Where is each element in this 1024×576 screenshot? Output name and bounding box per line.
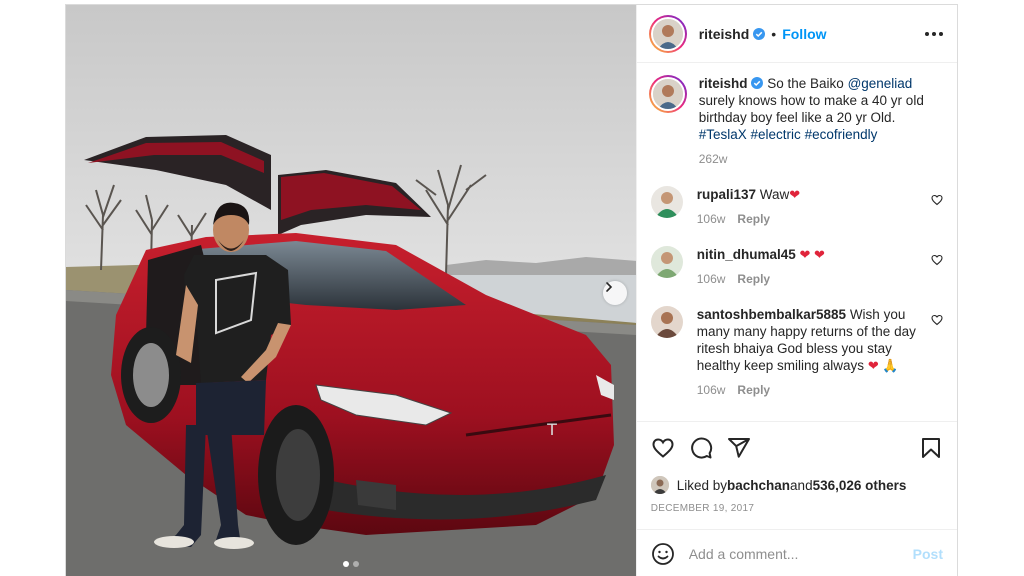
likes-summary: Liked by bachchan and 536,026 others xyxy=(650,476,943,494)
verified-badge-icon xyxy=(753,27,766,40)
comment-icon[interactable] xyxy=(689,436,713,460)
caption: riteishd So the Baiko @geneliad surely k… xyxy=(648,75,943,168)
comment-meta: 106w Reply xyxy=(697,382,919,399)
comment-age[interactable]: 106w xyxy=(697,212,726,226)
bookmark-icon[interactable] xyxy=(919,436,943,460)
like-comment-heart-icon[interactable] xyxy=(931,194,943,206)
likes-user[interactable]: bachchan xyxy=(727,478,790,493)
comment-body: nitin_dhumal45 ❤ ❤ 106w Reply xyxy=(697,246,919,288)
post-photo[interactable]: T xyxy=(66,5,636,576)
avatar-image xyxy=(652,18,683,49)
comment-emoji: ❤ xyxy=(789,187,801,202)
comment-username[interactable]: nitin_dhumal45 xyxy=(697,247,796,262)
hashtag[interactable]: #TeslaX xyxy=(699,127,747,142)
action-icons xyxy=(651,434,943,462)
follow-button[interactable]: Follow xyxy=(782,26,826,42)
carousel-dot xyxy=(352,561,359,567)
hashtag[interactable]: #ecofriendly xyxy=(805,127,878,142)
comment-item: rupali137 Waw❤ 106w Reply xyxy=(649,186,943,228)
reply-button[interactable]: Reply xyxy=(737,272,770,286)
liker-avatar[interactable] xyxy=(650,476,669,494)
emoji-icon[interactable] xyxy=(651,542,675,566)
commenter-avatar[interactable] xyxy=(650,306,683,338)
reply-button[interactable]: Reply xyxy=(737,383,770,397)
comment-age[interactable]: 106w xyxy=(697,383,726,397)
comment-username[interactable]: santoshbembalkar5885 xyxy=(697,307,846,322)
caption-username[interactable]: riteishd xyxy=(699,76,748,91)
comment-item: santoshbembalkar5885 Wish you many many … xyxy=(649,306,943,399)
like-comment-heart-icon[interactable] xyxy=(931,314,943,326)
avatar-image xyxy=(652,79,683,109)
more-options-icon[interactable] xyxy=(925,31,943,36)
caption-mention[interactable]: @geneliad xyxy=(848,76,913,91)
like-comment-heart-icon[interactable] xyxy=(931,254,943,266)
reply-button[interactable]: Reply xyxy=(737,212,770,226)
comment-text: Waw xyxy=(759,187,790,202)
post-dialog: T riteishd • Follow riteishd So the Baik… xyxy=(65,4,958,576)
comment-meta: 106w Reply xyxy=(697,211,919,228)
comment-body: rupali137 Waw❤ 106w Reply xyxy=(697,186,919,228)
comment-meta: 106w Reply xyxy=(697,271,919,288)
photo-illustration: T xyxy=(66,5,636,576)
caption-body: riteishd So the Baiko @geneliad surely k… xyxy=(699,75,927,168)
comment-item: nitin_dhumal45 ❤ ❤ 106w Reply xyxy=(649,246,943,288)
verified-badge-icon xyxy=(751,77,764,89)
add-comment-bar: Post xyxy=(636,529,957,576)
comment-emoji: ❤ 🙏 xyxy=(867,358,899,373)
comment-emoji: ❤ ❤ xyxy=(799,247,825,262)
carousel-indicator xyxy=(66,561,636,567)
add-comment-input[interactable] xyxy=(688,545,913,562)
commenter-avatar[interactable] xyxy=(650,246,683,278)
likes-prefix: Liked by xyxy=(676,477,728,493)
commenter-avatar[interactable] xyxy=(650,186,683,218)
comments-list[interactable]: riteishd So the Baiko @geneliad surely k… xyxy=(637,63,957,421)
author-avatar[interactable] xyxy=(648,14,687,53)
post-comment-button[interactable]: Post xyxy=(913,546,943,562)
caption-text-end: surely knows how to make a 40 yr old bir… xyxy=(698,93,924,125)
share-icon[interactable] xyxy=(727,436,751,460)
svg-text:T: T xyxy=(546,420,557,439)
comment-body: santoshbembalkar5885 Wish you many many … xyxy=(697,306,919,399)
caption-text-start: So the Baiko xyxy=(767,76,848,91)
likes-others[interactable]: 536,026 others xyxy=(813,478,907,493)
caption-avatar[interactable] xyxy=(648,75,687,113)
author-username[interactable]: riteishd xyxy=(699,26,750,42)
post-side-panel: riteishd • Follow riteishd So the Baiko … xyxy=(635,5,957,576)
carousel-next-button[interactable] xyxy=(603,281,627,305)
chevron-right-icon xyxy=(606,282,613,292)
comment-username[interactable]: rupali137 xyxy=(697,187,756,202)
hashtag[interactable]: #electric xyxy=(751,127,801,142)
comment-age[interactable]: 106w xyxy=(697,272,726,286)
caption-age[interactable]: 262w xyxy=(699,152,728,166)
post-date[interactable]: DECEMBER 19, 2017 xyxy=(651,503,943,514)
post-header: riteishd • Follow xyxy=(636,5,957,63)
carousel-dot xyxy=(342,561,349,567)
heart-icon[interactable] xyxy=(651,436,675,460)
header-separator: • xyxy=(771,25,777,42)
caption-meta: 262w xyxy=(699,151,927,168)
likes-middle: and xyxy=(790,477,813,493)
